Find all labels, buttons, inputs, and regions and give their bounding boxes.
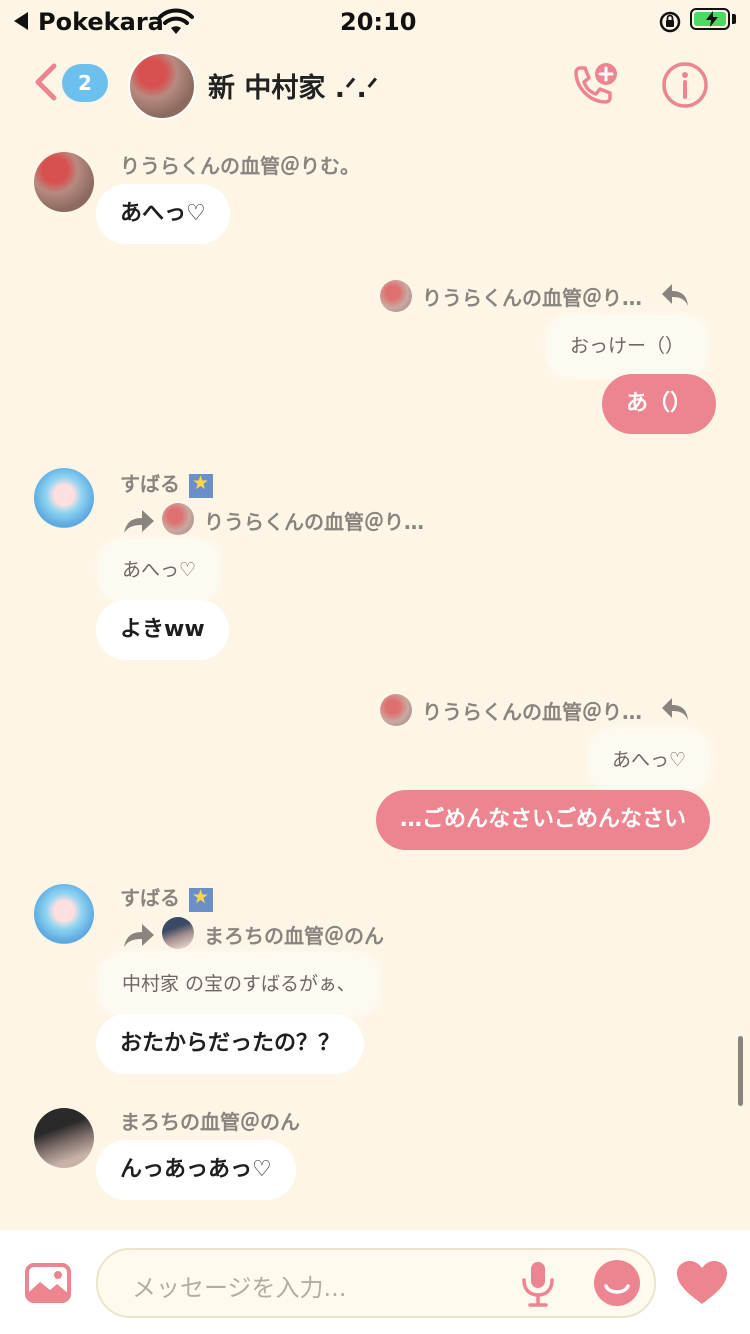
battery-icon [690, 8, 730, 30]
microphone-icon[interactable] [518, 1260, 558, 1308]
star-emoji-icon: ★ [188, 886, 213, 912]
chat-title[interactable]: 新 中村家 .ᐟ.ᐟ [208, 66, 378, 105]
forward-icon [124, 924, 154, 947]
reply-reference[interactable]: りうらくんの血管＠り… [422, 282, 642, 311]
message-bubble[interactable]: あへっ♡ [96, 184, 230, 244]
unread-badge[interactable]: 2 [62, 64, 108, 102]
group-avatar[interactable] [128, 52, 196, 120]
image-icon[interactable] [24, 1262, 72, 1304]
reply-icon [662, 698, 688, 720]
back-app-name[interactable]: Pokekara [38, 8, 164, 36]
scrollbar[interactable] [738, 1036, 743, 1106]
forward-icon [124, 510, 154, 533]
sender-name: りうらくんの血管＠りむ。 [120, 154, 360, 178]
message-bubble[interactable]: あ（） [602, 374, 717, 434]
reply-reference[interactable]: りうらくんの血管＠り… [204, 506, 424, 535]
message-bubble[interactable]: おたからだったの？？ [96, 1014, 365, 1074]
star-emoji-icon: ★ [188, 472, 213, 498]
message-bubble[interactable]: よきww [96, 600, 229, 660]
quoted-message[interactable]: 中村家 の宝のすばるがぁ、 [100, 954, 378, 1014]
reply-reference[interactable]: まろちの血管＠のん [204, 920, 384, 949]
reply-avatar [162, 503, 194, 535]
avatar[interactable] [34, 1108, 94, 1168]
message-input[interactable]: メッセージを入力... [96, 1248, 656, 1318]
avatar[interactable] [34, 884, 94, 944]
emoji-icon[interactable] [592, 1258, 642, 1308]
heart-icon[interactable] [674, 1258, 730, 1308]
clock: 20:10 [340, 8, 417, 36]
reply-icon [662, 284, 688, 306]
message-bubble[interactable]: …ごめんなさいごめんなさい [376, 790, 711, 850]
chevron-left-icon[interactable] [32, 62, 60, 102]
add-call-icon[interactable] [568, 60, 620, 110]
reply-avatar [380, 694, 412, 726]
input-placeholder: メッセージを入力... [132, 1274, 347, 1302]
sender-name: まろちの血管＠のん [120, 1110, 300, 1134]
wifi-icon [158, 8, 194, 34]
quoted-message[interactable]: あへっ♡ [590, 730, 709, 790]
avatar[interactable] [34, 468, 94, 528]
avatar[interactable] [34, 152, 94, 212]
quoted-message[interactable]: おっけー（） [548, 316, 707, 376]
sender-name: すばる ★ [120, 882, 213, 912]
orientation-lock-icon [659, 11, 681, 33]
back-arrow-icon[interactable] [14, 12, 28, 30]
reply-avatar [380, 280, 412, 312]
message-bubble[interactable]: んっあっあっ♡ [96, 1140, 296, 1200]
reply-reference[interactable]: りうらくんの血管＠り… [422, 696, 642, 725]
sender-name: すばる ★ [120, 468, 213, 498]
quoted-message[interactable]: あへっ♡ [100, 540, 219, 600]
reply-avatar [162, 917, 194, 949]
info-icon[interactable] [660, 60, 710, 110]
